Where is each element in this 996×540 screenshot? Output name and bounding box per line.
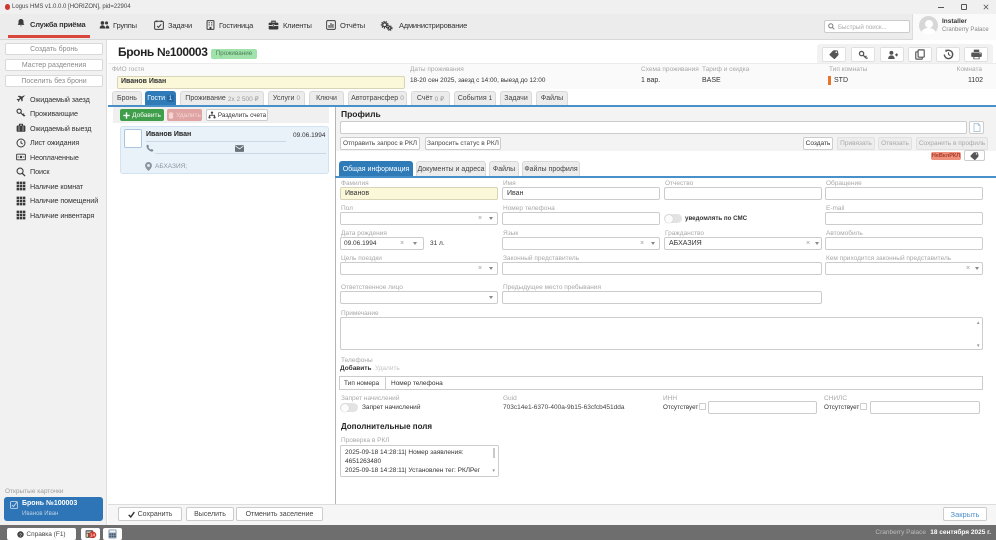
svg-text:14: 14: [89, 533, 95, 538]
svg-text:?: ?: [20, 532, 23, 538]
